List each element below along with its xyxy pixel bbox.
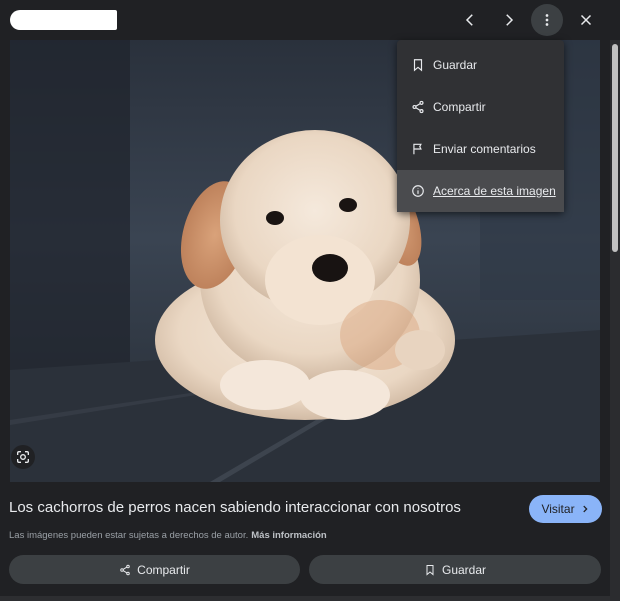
share-button[interactable]: Compartir — [9, 555, 300, 584]
menu-item-label: Guardar — [433, 58, 478, 72]
next-button[interactable] — [493, 4, 525, 36]
flag-icon — [413, 143, 422, 155]
copyright-notice: Las imágenes pueden estar sujetas a dere… — [9, 530, 327, 541]
chevron-left-icon — [465, 14, 473, 26]
menu-item-feedback[interactable]: Enviar comentarios — [397, 128, 564, 170]
close-button[interactable] — [570, 4, 602, 36]
lens-button[interactable] — [11, 445, 35, 469]
bookmark-icon — [426, 564, 434, 576]
lens-icon — [17, 451, 29, 463]
share-label: Compartir — [137, 562, 190, 577]
previous-button[interactable] — [454, 4, 486, 36]
visit-label: Visitar — [541, 502, 575, 516]
info-icon — [412, 185, 424, 197]
menu-item-label: Acerca de esta imagen — [433, 184, 556, 198]
menu-item-label: Enviar comentarios — [433, 142, 536, 156]
menu-item-save[interactable]: Guardar — [397, 44, 564, 86]
share-icon — [120, 564, 130, 575]
more-vertical-icon — [545, 14, 549, 26]
save-label: Guardar — [441, 562, 487, 577]
menu-item-about-image[interactable]: Acerca de esta imagen — [397, 170, 564, 212]
chevron-right-icon — [506, 14, 514, 26]
logo — [10, 10, 117, 30]
result-title[interactable]: Los cachorros de perros nacen sabiendo i… — [9, 499, 461, 516]
save-button[interactable]: Guardar — [309, 555, 601, 584]
scrollbar-thumb[interactable] — [612, 44, 618, 252]
share-icon — [412, 100, 424, 114]
menu-item-share[interactable]: Compartir — [397, 86, 564, 128]
visit-button[interactable]: Visitar — [529, 495, 602, 523]
more-info-link[interactable]: Más información — [251, 530, 327, 541]
more-options-menu: Guardar Compartir Enviar comentarios Ace… — [397, 40, 564, 212]
copyright-text: Las imágenes pueden estar sujetas a dere… — [9, 530, 249, 541]
top-bar — [0, 0, 620, 40]
close-icon — [580, 14, 592, 26]
bottom-divider — [0, 596, 610, 601]
bookmark-icon — [413, 59, 423, 72]
menu-item-label: Compartir — [433, 100, 486, 114]
more-options-button[interactable] — [531, 4, 563, 36]
chevron-right-icon — [582, 505, 588, 513]
